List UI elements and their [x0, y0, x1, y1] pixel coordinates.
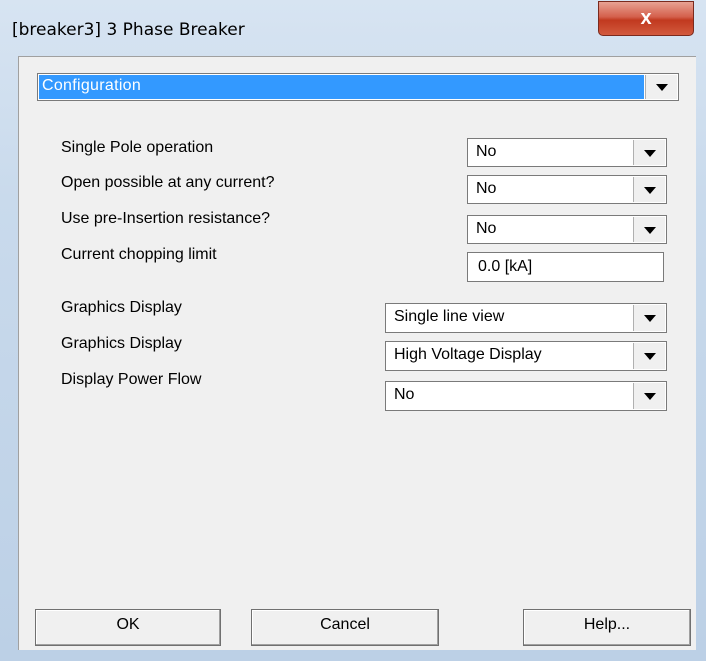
single-pole-value: No [476, 143, 497, 160]
close-button[interactable]: x [598, 1, 694, 36]
power-flow-label: Display Power Flow [61, 371, 202, 388]
graphics-display-2-label: Graphics Display [61, 335, 182, 352]
chopping-limit-label: Current chopping limit [61, 246, 217, 263]
ok-button[interactable]: OK [35, 609, 221, 646]
chevron-down-icon[interactable] [633, 140, 665, 165]
graphics-display-2-dropdown[interactable]: High Voltage Display [385, 341, 667, 371]
chevron-down-icon[interactable] [633, 383, 665, 409]
chevron-down-icon[interactable] [633, 217, 665, 242]
pre-insertion-value: No [476, 220, 497, 237]
chevron-down-icon[interactable] [645, 75, 677, 99]
dialog-window: [breaker3] 3 Phase Breaker x Configurati… [0, 0, 706, 661]
ok-button-label: OK [116, 616, 140, 633]
graphics-display-value: Single line view [394, 308, 505, 325]
single-pole-label: Single Pole operation [61, 139, 214, 156]
power-flow-dropdown[interactable]: No [385, 381, 667, 411]
cancel-button[interactable]: Cancel [251, 609, 439, 646]
chopping-limit-field[interactable]: 0.0 [kA] [467, 252, 664, 282]
graphics-display-dropdown[interactable]: Single line view [385, 303, 667, 333]
title-bar[interactable]: [breaker3] 3 Phase Breaker x [0, 0, 706, 56]
chevron-down-icon[interactable] [633, 177, 665, 202]
section-dropdown[interactable]: Configuration [37, 73, 679, 101]
chopping-limit-value: 0.0 [kA] [478, 258, 533, 275]
graphics-display-2-value: High Voltage Display [394, 346, 542, 363]
cancel-button-label: Cancel [320, 616, 370, 633]
chevron-down-icon[interactable] [633, 343, 665, 369]
single-pole-dropdown[interactable]: No [467, 138, 667, 167]
window-title: [breaker3] 3 Phase Breaker [12, 20, 245, 40]
pre-insertion-dropdown[interactable]: No [467, 215, 667, 244]
chevron-down-icon[interactable] [633, 305, 665, 331]
close-icon: x [640, 7, 652, 29]
power-flow-value: No [394, 386, 415, 403]
help-button[interactable]: Help... [523, 609, 691, 646]
help-button-label: Help... [583, 616, 631, 633]
open-any-current-dropdown[interactable]: No [467, 175, 667, 204]
open-any-current-value: No [476, 180, 497, 197]
section-dropdown-value: Configuration [42, 77, 142, 94]
pre-insertion-label: Use pre-Insertion resistance? [61, 210, 270, 227]
open-any-current-label: Open possible at any current? [61, 174, 275, 191]
graphics-display-label: Graphics Display [61, 299, 182, 316]
dialog-client-area: Configuration Single Pole operation No O… [18, 56, 696, 650]
